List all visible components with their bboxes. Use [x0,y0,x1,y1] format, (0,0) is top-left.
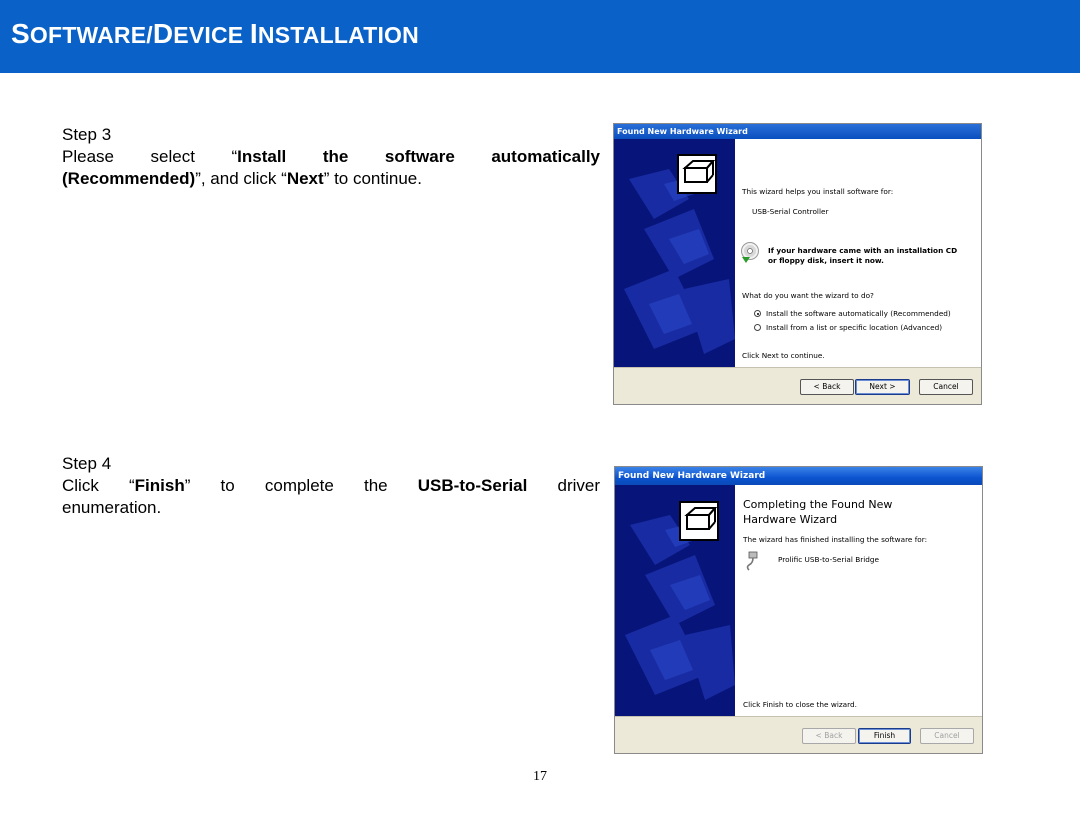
hardware-icon [677,154,717,194]
step-4-label: Step 4 [62,454,112,473]
header-bar: SOFTWARE/DEVICE INSTALLATION [0,0,1080,73]
cancel-button[interactable]: Cancel [920,728,974,744]
title-part-0: S [11,18,30,49]
section-title: SOFTWARE/DEVICE INSTALLATION [11,18,419,50]
wizard-side-banner [615,485,735,717]
cd-hint-line-1: If your hardware came with an installati… [768,246,958,255]
cancel-button[interactable]: Cancel [919,379,973,395]
page-number: 17 [533,769,547,784]
title-part-4: I [249,18,258,49]
finish-button[interactable]: Finish [858,728,911,744]
wizard-title: Found New Hardware Wizard [614,124,981,139]
wizard-content: Completing the Found New Hardware Wizard… [735,485,982,717]
next-button[interactable]: Next > [855,379,910,395]
step-3-block: Step 3 Please select “Install the softwa… [62,124,600,190]
device-name: Prolific USB-to-Serial Bridge [778,555,880,564]
radio-install-from-list[interactable] [754,324,761,331]
finished-text: The wizard has finished installing the s… [743,535,928,544]
completion-heading-line-1: Completing the Found New [743,498,893,511]
wizard-button-bar: < Back Next > Cancel [614,367,981,404]
wizard-title: Found New Hardware Wizard [615,467,982,485]
title-part-5: NSTALLATION [257,22,419,48]
option-install-automatically-label[interactable]: Install the software automatically (Reco… [766,309,951,318]
wizard-content: This wizard helps you install software f… [735,139,981,368]
back-button[interactable]: < Back [802,728,856,744]
device-name: USB-Serial Controller [752,207,829,216]
radio-install-automatically[interactable] [754,310,761,317]
step-3-instructions: Please select “Install the software auto… [62,147,600,188]
title-part-1: OFTWARE/ [29,22,153,48]
wizard-button-bar: < Back Finish Cancel [615,716,982,753]
usb-device-icon [746,551,758,571]
title-part-3: EVICE [173,22,250,48]
cd-hint-line-2: or floppy disk, insert it now. [768,256,884,265]
wizard-screenshot-step-4: Found New Hardware Wizard Completing the… [614,466,983,754]
wizard-screenshot-step-3: Found New Hardware Wizard This wizard he… [613,123,982,405]
wizard-question: What do you want the wizard to do? [742,291,874,300]
arrow-icon [742,257,750,263]
step-4-block: Step 4 Click “Finish” to complete the US… [62,453,600,519]
hardware-icon [679,501,719,541]
title-part-2: D [152,18,174,49]
option-install-from-list-label[interactable]: Install from a list or specific location… [766,323,942,332]
wizard-footer-note: Click Next to continue. [742,351,825,360]
wizard-side-banner [614,139,735,368]
step-4-instructions: Click “Finish” to complete the USB-to-Se… [62,476,601,517]
wizard-intro: This wizard helps you install software f… [742,187,894,196]
completion-heading-line-2: Hardware Wizard [743,513,838,526]
step-3-label: Step 3 [62,125,112,144]
wizard-footer-note: Click Finish to close the wizard. [743,700,857,709]
back-button[interactable]: < Back [800,379,854,395]
